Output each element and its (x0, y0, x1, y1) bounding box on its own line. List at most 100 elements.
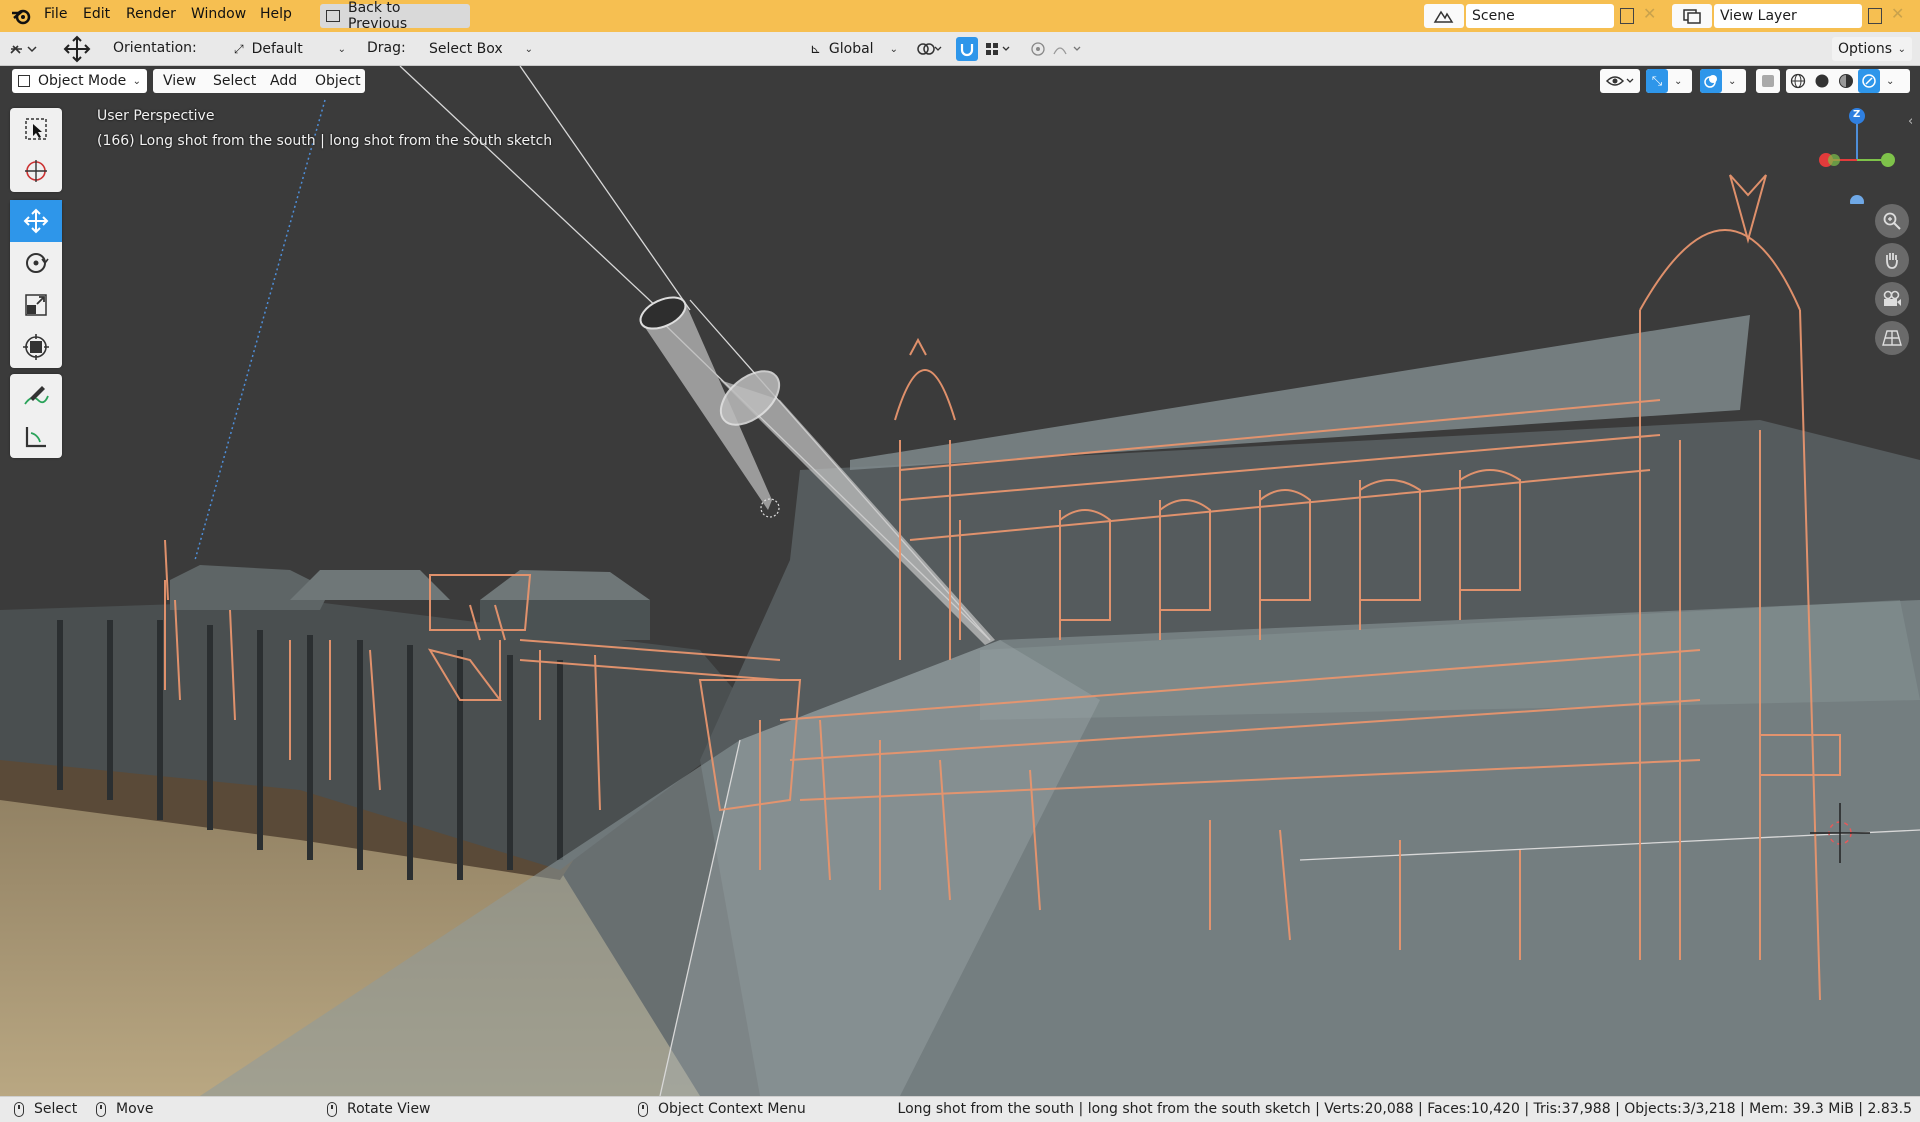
shading-modes: ⌄ (1786, 69, 1910, 93)
status-select: Select (14, 1101, 77, 1117)
transform-orientation-value: Global (828, 41, 874, 57)
blender-logo-icon[interactable] (10, 6, 32, 26)
menu-select[interactable]: Select (213, 73, 256, 89)
camera-view-icon[interactable] (1875, 282, 1909, 316)
scene-selector-icon[interactable] (1424, 4, 1464, 28)
object-mode-dropdown[interactable]: Object Mode ⌄ (12, 69, 147, 93)
gizmo-icon: ⤡ (1646, 69, 1668, 93)
snap-toggle-icon[interactable] (956, 37, 978, 61)
perspective-toggle-icon[interactable] (1875, 321, 1909, 355)
rotate-icon[interactable] (10, 242, 62, 284)
drag-value: Select Box (429, 41, 503, 57)
status-context-menu: Object Context Menu (638, 1101, 806, 1117)
menu-render[interactable]: Render (126, 6, 176, 22)
status-rotate-view-label: Rotate View (347, 1101, 431, 1117)
scene-render (0, 66, 1920, 1096)
menu-file[interactable]: File (44, 6, 67, 22)
scale-icon[interactable] (10, 284, 62, 326)
global-orientation-icon: ⊾ (810, 41, 821, 57)
move-icon[interactable] (10, 200, 62, 242)
annotate-icon[interactable] (10, 374, 62, 416)
chevron-down-icon: ⌄ (1897, 43, 1906, 55)
new-view-layer-icon[interactable] (1868, 8, 1882, 24)
status-bar: Select Move Rotate View Object Context M… (0, 1096, 1920, 1122)
mouse-left-drag-icon (96, 1101, 106, 1117)
pan-hand-icon[interactable] (1875, 243, 1909, 277)
move-tool-icon (62, 35, 92, 67)
status-rotate-view: Rotate View (327, 1101, 431, 1117)
drag-label: Drag: (367, 40, 406, 56)
proportional-edit-icon[interactable] (1026, 37, 1090, 61)
status-context-menu-label: Object Context Menu (658, 1101, 806, 1117)
menu-window[interactable]: Window (191, 6, 246, 22)
options-label: Options (1838, 41, 1893, 57)
overlays-toggle[interactable]: ⌄ (1700, 69, 1746, 93)
editor-type-icon[interactable] (8, 37, 50, 61)
toolbar-group-select (10, 108, 62, 192)
new-scene-icon[interactable] (1620, 8, 1634, 24)
xray-toggle-icon[interactable] (1756, 69, 1780, 93)
scene-statistics: Long shot from the south | long shot fro… (897, 1101, 1912, 1117)
chevron-down-icon[interactable]: ⌄ (1886, 76, 1894, 87)
zoom-icon[interactable] (1875, 204, 1909, 238)
measure-icon[interactable] (10, 416, 62, 458)
view-layer-name: View Layer (1720, 8, 1797, 24)
object-mode-value: Object Mode (38, 73, 127, 89)
status-move: Move (96, 1101, 154, 1117)
drag-dropdown[interactable]: Select Box ⌄ (423, 37, 539, 61)
object-visibility-dropdown[interactable] (1600, 69, 1640, 93)
mouse-middle-icon (327, 1101, 337, 1117)
snap-target-icon[interactable] (980, 37, 1018, 61)
select-box-icon[interactable] (10, 108, 62, 150)
menu-object[interactable]: Object (315, 73, 361, 89)
tool-settings-header: Orientation: ⤢ Default ⌄ Drag: Select Bo… (0, 32, 1920, 66)
object-mode-icon (18, 75, 30, 87)
delete-view-layer-icon[interactable]: ✕ (1891, 4, 1904, 23)
gizmo-toggle[interactable]: ⤡ ⌄ (1646, 69, 1692, 93)
view-layer-selector-icon[interactable] (1672, 4, 1712, 28)
transform-orientation-dropdown[interactable]: ⊾ Global ⌄ (804, 37, 904, 61)
status-select-label: Select (34, 1101, 78, 1117)
scene-name: Scene (1472, 8, 1515, 24)
back-to-previous-button[interactable]: Back to Previous (320, 0, 470, 32)
back-to-previous-label: Back to Previous (347, 0, 408, 32)
viewport-header: Object Mode ⌄ View Select Add Object ⤡ ⌄… (0, 66, 1920, 96)
chevron-down-icon: ⌄ (524, 43, 533, 55)
view-layer-field[interactable]: View Layer (1714, 4, 1862, 28)
3d-viewport[interactable]: User Perspective (166) Long shot from th… (0, 66, 1920, 1096)
orientation-icon: ⤢ (234, 41, 244, 56)
chevron-down-icon: ⌄ (889, 43, 898, 55)
chevron-down-icon: ⌄ (132, 75, 141, 87)
scene-field[interactable]: Scene (1466, 4, 1614, 28)
toolbar-group-transform (10, 200, 62, 368)
options-dropdown[interactable]: Options ⌄ (1832, 37, 1912, 61)
cursor-icon[interactable] (10, 150, 62, 192)
mouse-right-icon (638, 1101, 648, 1117)
chevron-down-icon: ⌄ (337, 43, 346, 55)
rendered-shading-icon[interactable] (1858, 69, 1880, 93)
delete-scene-icon[interactable]: ✕ (1643, 4, 1656, 23)
chevron-down-icon: ⌄ (1674, 75, 1683, 87)
eye-icon (1605, 76, 1634, 86)
menu-add[interactable]: Add (270, 73, 297, 89)
orientation-dropdown[interactable]: ⤢ Default ⌄ (228, 37, 352, 61)
back-icon (326, 10, 340, 22)
top-menu-bar: File Edit Render Window Help Back to Pre… (0, 0, 1920, 32)
menu-view[interactable]: View (163, 73, 196, 89)
orientation-value: Default (251, 41, 303, 57)
menu-edit[interactable]: Edit (83, 6, 110, 22)
menu-help[interactable]: Help (260, 6, 292, 22)
sidebar-toggle-icon[interactable]: ‹ (1908, 114, 1913, 129)
gizmo-z-label: Z (1853, 109, 1861, 120)
pivot-point-icon[interactable] (912, 37, 948, 61)
overlays-icon (1700, 69, 1722, 93)
active-object-info: (166) Long shot from the south | long sh… (97, 133, 553, 149)
material-shading-icon[interactable] (1834, 73, 1858, 89)
solid-shading-icon[interactable] (1810, 73, 1834, 89)
wireframe-shading-icon[interactable] (1786, 73, 1810, 89)
transform-icon[interactable] (10, 326, 62, 368)
mouse-left-icon (14, 1101, 24, 1117)
toolbar-group-annotate (10, 374, 62, 458)
orientation-label: Orientation: (113, 40, 197, 56)
view-perspective-label: User Perspective (97, 108, 215, 124)
